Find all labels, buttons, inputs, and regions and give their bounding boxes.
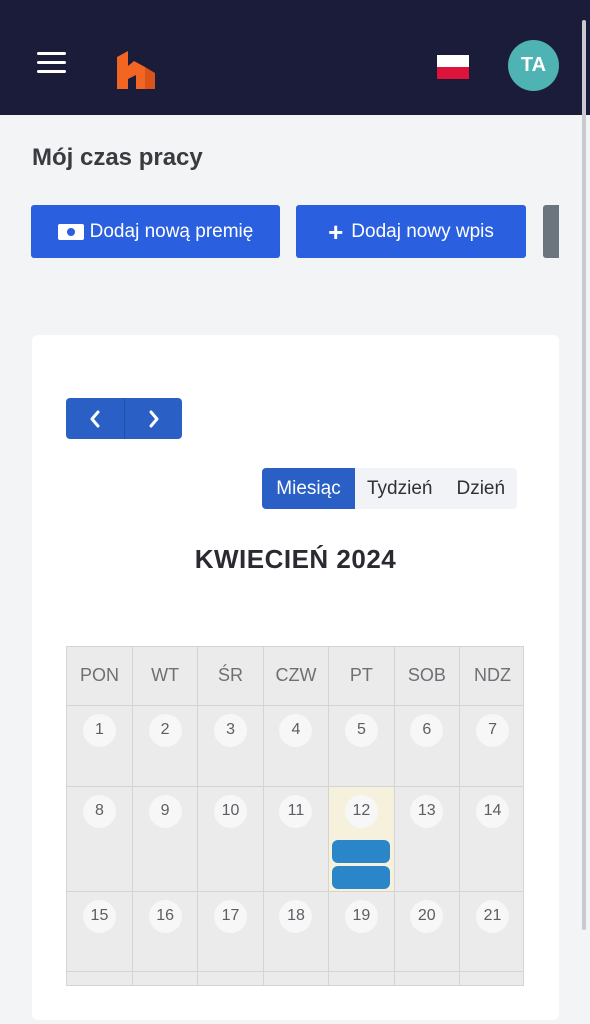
weekday-header: CZW — [263, 647, 330, 706]
weekday-header: PON — [67, 647, 133, 706]
weekday-header: WT — [132, 647, 199, 706]
view-week-button[interactable]: Tydzień — [355, 468, 444, 509]
add-bonus-label: Dodaj nową premię — [89, 220, 254, 242]
day-cell[interactable]: 1 — [67, 705, 133, 787]
day-cell[interactable]: 8 — [67, 786, 133, 892]
day-number[interactable]: 15 — [82, 899, 116, 933]
month-calendar-grid: PON WT ŚR CZW PT SOB NDZ 1 2 3 4 5 6 7 8… — [66, 646, 524, 986]
day-cell[interactable]: 13 — [394, 786, 461, 892]
day-cell[interactable] — [67, 971, 133, 985]
chevron-left-icon — [90, 410, 100, 427]
weekday-header-row: PON WT ŚR CZW PT SOB NDZ — [67, 647, 523, 706]
week-row — [67, 971, 523, 985]
day-cell[interactable]: 9 — [132, 786, 199, 892]
day-number[interactable]: 9 — [148, 794, 182, 828]
day-number[interactable]: 12 — [344, 794, 378, 828]
day-number[interactable]: 6 — [410, 713, 444, 747]
day-cell[interactable] — [132, 971, 199, 985]
day-number[interactable]: 8 — [82, 794, 116, 828]
day-number[interactable]: 4 — [279, 713, 313, 747]
day-cell[interactable]: 10 — [197, 786, 264, 892]
day-cell[interactable]: 3 — [197, 705, 264, 787]
week-row: 15 16 17 18 19 20 21 — [67, 891, 523, 972]
top-navbar: TA — [0, 0, 590, 115]
day-cell[interactable]: 11 — [263, 786, 330, 892]
day-number[interactable]: 5 — [344, 713, 378, 747]
money-bill-icon — [57, 223, 84, 240]
add-entry-button[interactable]: + Dodaj nowy wpis — [296, 205, 526, 258]
weekday-header: SOB — [394, 647, 461, 706]
language-flag-icon[interactable] — [437, 55, 469, 79]
prev-month-button[interactable] — [66, 398, 124, 439]
day-cell[interactable]: 18 — [263, 891, 330, 972]
day-cell[interactable] — [197, 971, 264, 985]
page-title: Mój czas pracy — [32, 144, 203, 171]
add-entry-label: Dodaj nowy wpis — [351, 220, 494, 242]
view-month-button[interactable]: Miesiąc — [262, 468, 355, 509]
more-actions-button[interactable] — [543, 205, 559, 258]
day-number[interactable]: 19 — [344, 899, 378, 933]
day-cell[interactable]: 14 — [459, 786, 523, 892]
view-day-button[interactable]: Dzień — [444, 468, 517, 509]
day-number[interactable]: 1 — [82, 713, 116, 747]
day-cell[interactable]: 2 — [132, 705, 199, 787]
day-number[interactable]: 13 — [410, 794, 444, 828]
plus-icon: + — [328, 216, 344, 247]
weekday-header: NDZ — [459, 647, 523, 706]
page-scrollbar[interactable] — [582, 20, 586, 930]
day-number[interactable]: 16 — [148, 899, 182, 933]
day-cell[interactable]: 4 — [263, 705, 330, 787]
view-switcher: Miesiąc Tydzień Dzień — [262, 468, 518, 509]
month-title: KWIECIEŃ 2024 — [194, 544, 397, 574]
day-cell-today[interactable]: 12 — [328, 786, 395, 892]
day-cell[interactable]: 16 — [132, 891, 199, 972]
day-number[interactable]: 17 — [214, 899, 248, 933]
day-number[interactable]: 3 — [214, 713, 248, 747]
day-number[interactable]: 20 — [410, 899, 444, 933]
day-cell[interactable] — [328, 971, 395, 985]
day-cell[interactable]: 7 — [459, 705, 523, 787]
next-month-button[interactable] — [124, 398, 182, 439]
week-row: 1 2 3 4 5 6 7 — [67, 705, 523, 787]
day-number[interactable]: 11 — [279, 794, 313, 828]
calendar-event[interactable] — [332, 865, 391, 889]
day-cell[interactable]: 5 — [328, 705, 395, 787]
weekday-header: PT — [328, 647, 395, 706]
day-cell[interactable] — [394, 971, 461, 985]
day-number[interactable]: 7 — [476, 713, 510, 747]
day-number[interactable]: 10 — [214, 794, 248, 828]
day-number[interactable]: 2 — [148, 713, 182, 747]
day-cell[interactable]: 21 — [459, 891, 523, 972]
weekday-header: ŚR — [197, 647, 264, 706]
day-cell[interactable]: 17 — [197, 891, 264, 972]
day-cell[interactable]: 6 — [394, 705, 461, 787]
calendar-event[interactable] — [332, 839, 391, 863]
day-cell[interactable] — [263, 971, 330, 985]
week-row: 8 9 10 11 12 13 14 — [67, 786, 523, 892]
day-cell[interactable] — [459, 971, 523, 985]
day-cell[interactable]: 19 — [328, 891, 395, 972]
calendar-nav-group — [66, 398, 182, 439]
day-cell[interactable]: 20 — [394, 891, 461, 972]
day-number[interactable]: 18 — [279, 899, 313, 933]
logo-icon[interactable] — [117, 47, 155, 89]
add-bonus-button[interactable]: Dodaj nową premię — [31, 205, 280, 258]
day-number[interactable]: 21 — [476, 899, 510, 933]
hamburger-icon[interactable] — [37, 52, 66, 74]
day-cell[interactable]: 15 — [67, 891, 133, 972]
chevron-right-icon — [149, 410, 158, 427]
user-avatar[interactable]: TA — [508, 40, 559, 91]
day-number[interactable]: 14 — [476, 794, 510, 828]
